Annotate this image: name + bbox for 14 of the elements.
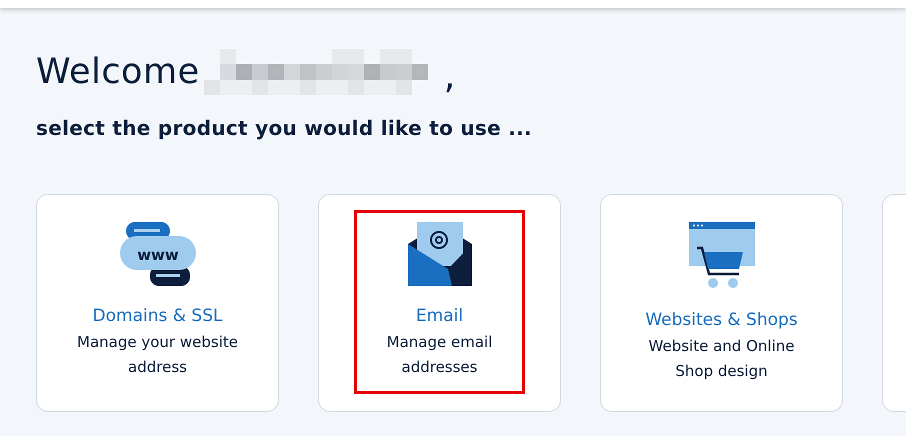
product-card[interactable]: Email Manage email addresses <box>318 194 561 412</box>
product-description: Manage your website address <box>76 332 238 378</box>
product-description: Manage email addresses <box>386 332 494 378</box>
product-title: Domains & SSL <box>92 306 222 326</box>
product-title: Email <box>416 306 464 326</box>
envelope-icon <box>408 222 472 286</box>
product-description: Website and Online Shop design <box>648 336 796 382</box>
shopping-cart-icon <box>688 222 754 290</box>
product-title: Websites & Shops <box>645 310 798 330</box>
welcome-heading: Welcome <box>36 52 200 92</box>
product-card[interactable]: www Domains & SSL Manage your website address <box>36 194 279 412</box>
subtitle: select the product you would like to use ... <box>36 116 533 140</box>
comma-text: , <box>444 54 456 98</box>
product-card[interactable]: Websites & Shops Website and Online Shop design <box>600 194 843 412</box>
